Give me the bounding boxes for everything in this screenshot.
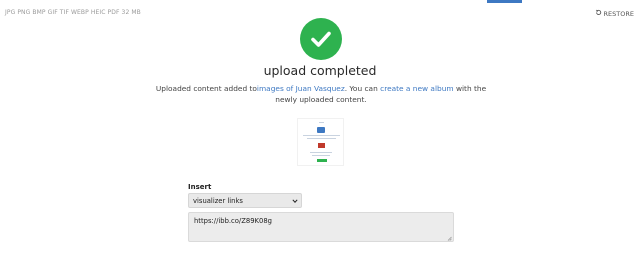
resize-grip-icon[interactable] bbox=[447, 235, 452, 241]
thumbnail-line bbox=[303, 135, 340, 136]
thumbnail-shape bbox=[318, 143, 325, 148]
chevron-down-icon bbox=[292, 198, 298, 204]
insert-code-textarea[interactable]: https://ibb.co/Z89K08g bbox=[188, 212, 454, 242]
uploaded-image-thumbnail[interactable] bbox=[297, 118, 344, 166]
message-prefix: Uploaded content added to bbox=[155, 84, 257, 93]
thumbnail-line bbox=[312, 155, 330, 156]
thumbnail-line bbox=[319, 122, 324, 123]
top-accent-bar bbox=[487, 0, 522, 3]
thumbnail-shape bbox=[317, 127, 325, 133]
restore-button[interactable]: RESTORE bbox=[595, 9, 634, 18]
restore-label: RESTORE bbox=[603, 9, 634, 18]
thumbnail-line bbox=[310, 152, 332, 153]
create-album-link[interactable]: create a new album bbox=[380, 84, 453, 93]
upload-message: Uploaded content added toimages of Juan … bbox=[150, 83, 492, 105]
insert-type-value: visualizer links bbox=[193, 196, 243, 205]
success-check-icon bbox=[300, 18, 342, 60]
album-link[interactable]: images of Juan Vasquez bbox=[257, 84, 345, 93]
thumbnail-line bbox=[307, 138, 336, 139]
insert-type-select[interactable]: visualizer links bbox=[188, 193, 302, 208]
message-middle: . You can bbox=[344, 84, 381, 93]
thumbnail-shape bbox=[317, 159, 327, 162]
accepted-formats-text: JPG PNG BMP GIF TIF WEBP HEIC PDF 32 MB bbox=[5, 9, 141, 16]
insert-label: Insert bbox=[188, 183, 212, 191]
insert-code-value: https://ibb.co/Z89K08g bbox=[194, 217, 272, 225]
restore-icon bbox=[595, 9, 602, 18]
upload-title: upload completed bbox=[263, 63, 377, 78]
